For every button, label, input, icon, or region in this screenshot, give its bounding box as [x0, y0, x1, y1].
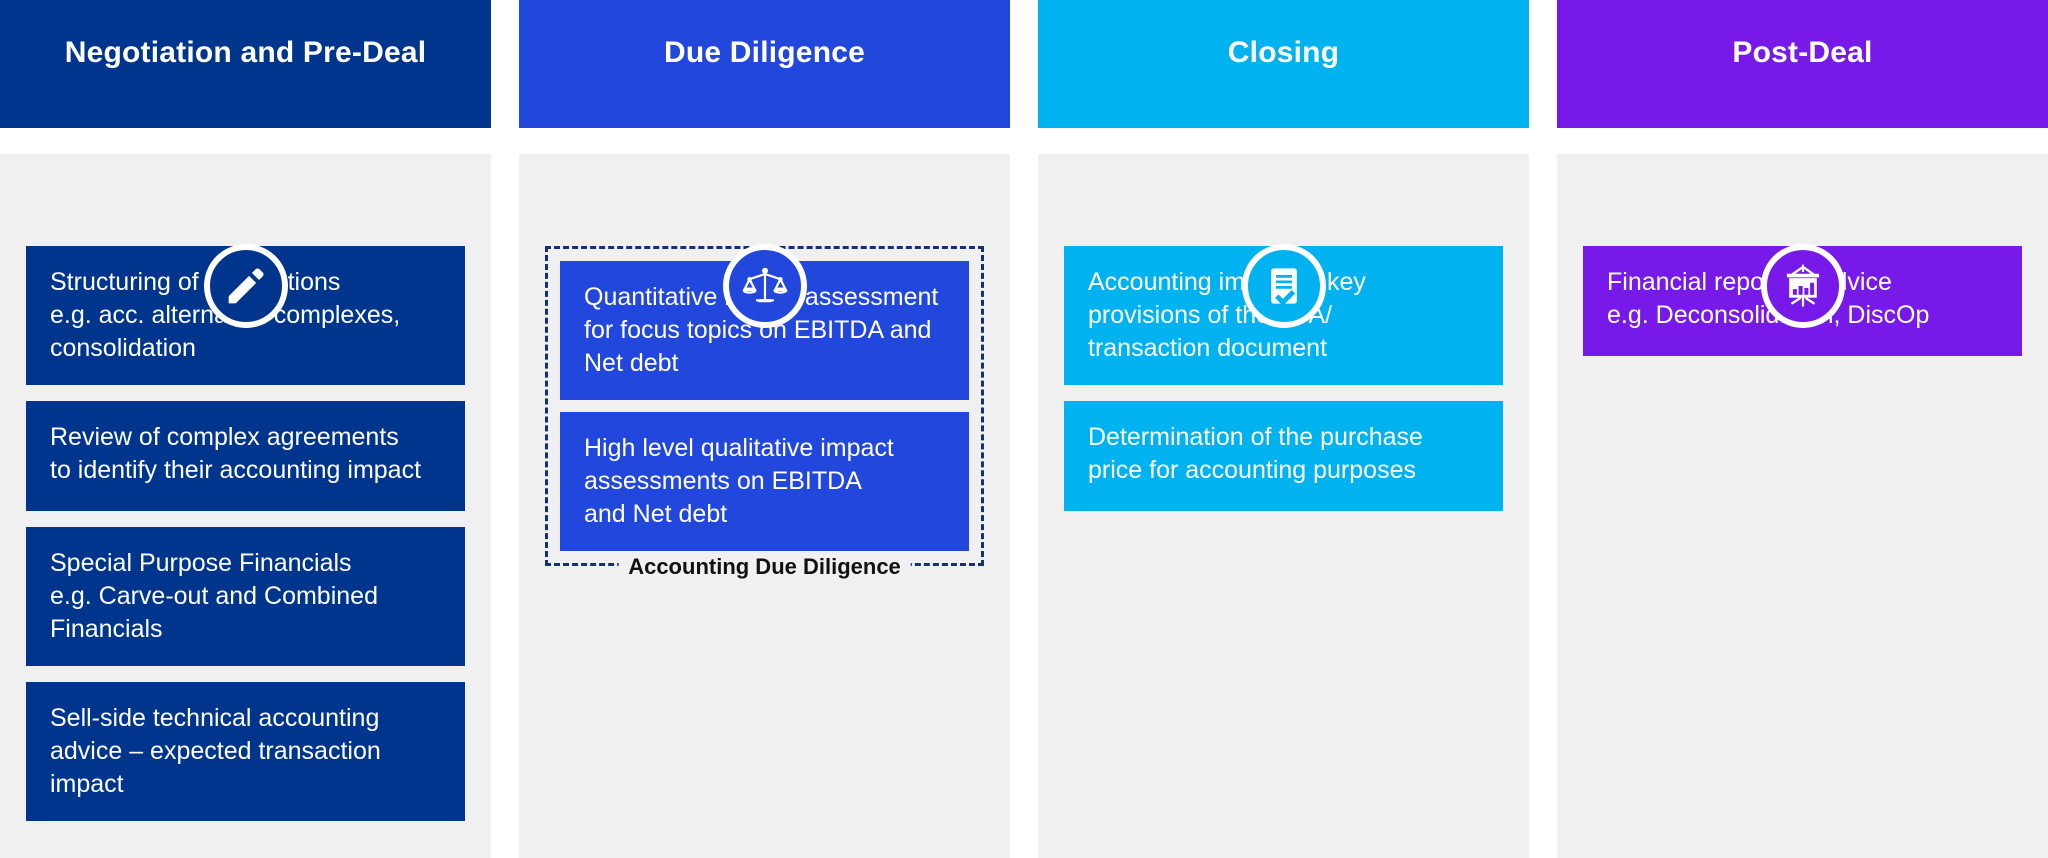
column-title-negotiation: Negotiation and Pre-Deal: [64, 36, 427, 69]
deal-lifecycle-diagram: Negotiation and Pre-Deal Structuring of …: [0, 0, 2048, 858]
column-body-negotiation: Structuring of transactions e.g. acc. al…: [0, 154, 491, 858]
header-body-divider: [1557, 128, 2048, 154]
scales-icon: [722, 244, 807, 328]
column-title-due-diligence: Due Diligence: [664, 36, 865, 69]
column-header-negotiation: Negotiation and Pre-Deal: [0, 0, 491, 128]
group-caption: Accounting Due Diligence: [618, 554, 911, 580]
column-header-post-deal: Post-Deal: [1557, 0, 2048, 128]
card-item: Review of complex agreements to identify…: [26, 401, 465, 511]
presentation-chart-icon: [1760, 244, 1845, 328]
column-due-diligence: Due Diligence Quantitative assessment fo…: [519, 0, 1010, 858]
card-item: Special Purpose Financials e.g. Carve-ou…: [26, 527, 465, 666]
card-item: Determination of the purchase price for …: [1064, 401, 1503, 511]
column-body-closing: Accounting impact of key provisions of t…: [1038, 154, 1529, 858]
document-check-icon: [1241, 244, 1326, 328]
column-body-post-deal: Financial reporting advice e.g. Deconsol…: [1557, 154, 2048, 858]
card-item: Sell-side technical accounting advice – …: [26, 682, 465, 821]
card-item: High level qualitative impact assessment…: [560, 412, 969, 551]
column-title-closing: Closing: [1227, 36, 1340, 69]
column-post-deal: Post-Deal Financial advice e.g. Deconsol…: [1557, 0, 2048, 858]
column-body-due-diligence: Quantitative impact assessment for focus…: [519, 154, 1010, 858]
column-title-post-deal: Post-Deal: [1732, 36, 1873, 69]
column-negotiation: Negotiation and Pre-Deal Structuring of …: [0, 0, 491, 858]
header-body-divider: [1038, 128, 1529, 154]
card-list-closing: Accounting impact of key provisions of t…: [1064, 154, 1503, 511]
header-body-divider: [0, 128, 491, 154]
column-closing: Closing Accounting impact of key provisi…: [1038, 0, 1529, 858]
column-header-due-diligence: Due Diligence: [519, 0, 1010, 128]
pencil-icon: [203, 244, 288, 328]
column-header-closing: Closing: [1038, 0, 1529, 128]
header-body-divider: [519, 128, 1010, 154]
